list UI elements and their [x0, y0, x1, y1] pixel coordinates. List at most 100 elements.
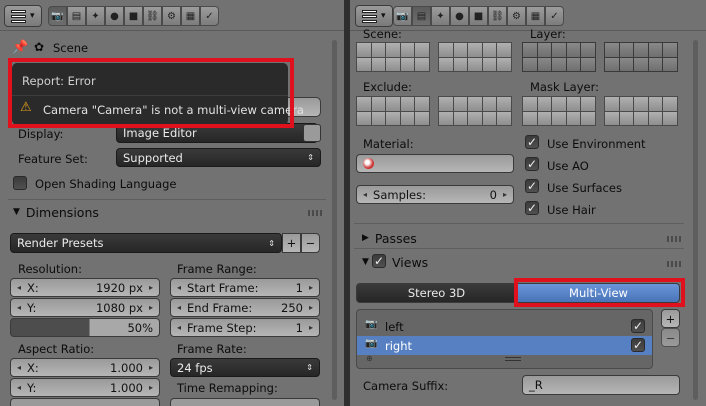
scene-icon: ✿ — [34, 40, 45, 54]
views-enable-checkbox[interactable]: ✓ — [372, 254, 386, 268]
arrow-right-icon: ▸ — [148, 303, 153, 312]
time-remapping-label: Time Remapping: — [177, 381, 278, 395]
arrow-left-icon: ◂ — [17, 283, 22, 292]
border-field[interactable] — [10, 398, 160, 406]
resolution-x-field[interactable]: ◂ X: 1920 px ▸ — [10, 278, 160, 297]
render-tab-icon[interactable]: 📷 — [48, 6, 67, 26]
modifiers-tab-icon[interactable]: ⚙ — [507, 6, 526, 26]
data-tab-icon[interactable]: ✓ — [545, 6, 564, 26]
constraints-tab-icon[interactable]: ⛓ — [143, 6, 162, 26]
layer-grid-1[interactable] — [522, 42, 596, 72]
res-x-label: X: — [27, 280, 39, 295]
chevron-down-icon: ▾ — [30, 11, 35, 21]
end-frame-field[interactable]: ◂ End Frame: 250 ▸ — [170, 298, 320, 317]
material-field[interactable] — [356, 154, 514, 173]
exclude-grid-2[interactable] — [438, 96, 512, 126]
aspect-y-field[interactable]: ◂ Y: 1.000 ▸ — [10, 378, 160, 397]
passes-header[interactable]: ▶ Passes — [362, 228, 417, 248]
world-tab-icon[interactable]: ● — [450, 6, 469, 26]
add-preset-button[interactable]: + — [282, 233, 301, 253]
use-ao-checkbox[interactable]: ✓ — [525, 157, 539, 171]
aspect-x-field[interactable]: ◂ X: 1.000 ▸ — [10, 358, 160, 377]
list-item[interactable]: 📷 left ✓ — [357, 317, 652, 336]
object-tab-icon[interactable]: ■ — [124, 6, 143, 26]
scene-layers-grid-2[interactable] — [438, 42, 512, 72]
editor-type-button[interactable]: ▾ — [4, 5, 42, 27]
time-remap-fields[interactable] — [170, 398, 320, 406]
start-frame-value: 1 — [295, 280, 303, 295]
updown-arrows-icon: ⇕ — [306, 363, 313, 372]
object-tab-icon[interactable]: ■ — [469, 6, 488, 26]
start-frame-field[interactable]: ◂ Start Frame: 1 ▸ — [170, 278, 320, 297]
render-layers-tab-icon[interactable]: ▤ — [412, 6, 431, 26]
data-tab-icon[interactable]: ✓ — [200, 6, 219, 26]
use-surfaces-checkbox[interactable]: ✓ — [525, 179, 539, 193]
resolution-percentage-slider[interactable]: 50% — [10, 318, 160, 337]
layer-label: Layer: — [530, 27, 566, 41]
samples-field[interactable]: ◂ Samples: 0 ▸ — [356, 185, 514, 204]
material-icon — [363, 158, 374, 169]
pin-icon[interactable]: 📌 — [12, 40, 28, 55]
frame-step-field[interactable]: ◂ Frame Step: 1 ▸ — [170, 318, 320, 337]
scene-tab-icon[interactable]: ✦ — [86, 6, 105, 26]
feature-set-label: Feature Set: — [18, 152, 88, 166]
res-y-label: Y: — [27, 300, 37, 315]
list-resize-grip-icon[interactable] — [505, 357, 521, 361]
add-view-button[interactable]: + — [661, 309, 680, 328]
drag-grip-icon[interactable] — [667, 236, 681, 242]
use-hair-checkbox[interactable]: ✓ — [525, 201, 539, 215]
drag-grip-icon[interactable] — [308, 210, 322, 216]
end-frame-value: 250 — [281, 300, 303, 315]
plus-icon: + — [665, 311, 676, 326]
scene-tab-icon[interactable]: ✦ — [431, 6, 450, 26]
render-presets-value: Render Presets — [17, 236, 104, 250]
remove-preset-button[interactable]: − — [301, 233, 320, 253]
divider — [354, 223, 684, 224]
drag-grip-icon[interactable] — [667, 261, 681, 267]
arrow-right-icon: ▸ — [148, 363, 153, 372]
plus-icon: + — [286, 236, 297, 250]
stereo-3d-label: Stereo 3D — [407, 286, 466, 300]
scrollbar[interactable] — [332, 40, 337, 400]
stereo-3d-button[interactable]: Stereo 3D — [356, 283, 517, 303]
properties-header: ▾ 📷 ▤ ✦ ● ■ ⛓ ⚙ ▦ ✓ — [0, 0, 344, 31]
list-item[interactable]: 📷 right ✓ — [357, 336, 652, 355]
frame-rate-dropdown[interactable]: 24 fps ⇕ — [170, 358, 320, 377]
render-tab-icon[interactable]: 📷 — [393, 6, 412, 26]
samples-value: 0 — [489, 187, 497, 202]
texture-tab-icon[interactable]: ▦ — [526, 6, 545, 26]
filter-options-icon[interactable]: ⊕ — [366, 354, 373, 363]
world-tab-icon[interactable]: ● — [105, 6, 124, 26]
arrow-right-icon: ▸ — [148, 283, 153, 292]
feature-set-value: Supported — [123, 150, 183, 165]
resolution-y-field[interactable]: ◂ Y: 1080 px ▸ — [10, 298, 160, 317]
exclude-grid-1[interactable] — [356, 96, 430, 126]
scene-layers-grid-1[interactable] — [356, 42, 430, 72]
mask-layer-grid-1[interactable] — [522, 96, 596, 126]
lock-icon[interactable] — [303, 124, 321, 142]
render-layers-tab-icon[interactable]: ▤ — [67, 6, 86, 26]
remove-view-button[interactable]: − — [661, 328, 680, 347]
properties-header: ▾ 📷 ▤ ✦ ● ■ ⛓ ⚙ ▦ ✓ — [350, 0, 706, 31]
chevron-down-icon: ▾ — [381, 11, 386, 21]
aspect-x-value: 1.000 — [110, 360, 143, 375]
texture-tab-icon[interactable]: ▦ — [181, 6, 200, 26]
osl-checkbox[interactable] — [13, 176, 27, 190]
editor-type-button[interactable]: ▾ — [355, 5, 393, 27]
camera-suffix-field[interactable]: _R — [522, 375, 680, 395]
render-presets-dropdown[interactable]: Render Presets ⇕ — [10, 233, 282, 253]
feature-set-dropdown[interactable]: Supported ⇕ — [116, 148, 321, 167]
modifiers-tab-icon[interactable]: ⚙ — [162, 6, 181, 26]
use-environment-label: Use Environment — [547, 137, 646, 151]
view-enable-checkbox[interactable]: ✓ — [631, 319, 645, 333]
use-environment-checkbox[interactable]: ✓ — [525, 135, 539, 149]
views-title: Views — [392, 255, 429, 270]
scrollbar[interactable] — [693, 40, 698, 400]
view-enable-checkbox[interactable]: ✓ — [631, 338, 645, 352]
mask-layer-grid-2[interactable] — [604, 96, 678, 126]
constraints-tab-icon[interactable]: ⛓ — [488, 6, 507, 26]
layer-grid-2[interactable] — [604, 42, 678, 72]
dimensions-header[interactable]: ▼ Dimensions — [13, 202, 99, 222]
exclude-label: Exclude: — [363, 80, 412, 94]
scene-label: Scene — [53, 41, 89, 55]
